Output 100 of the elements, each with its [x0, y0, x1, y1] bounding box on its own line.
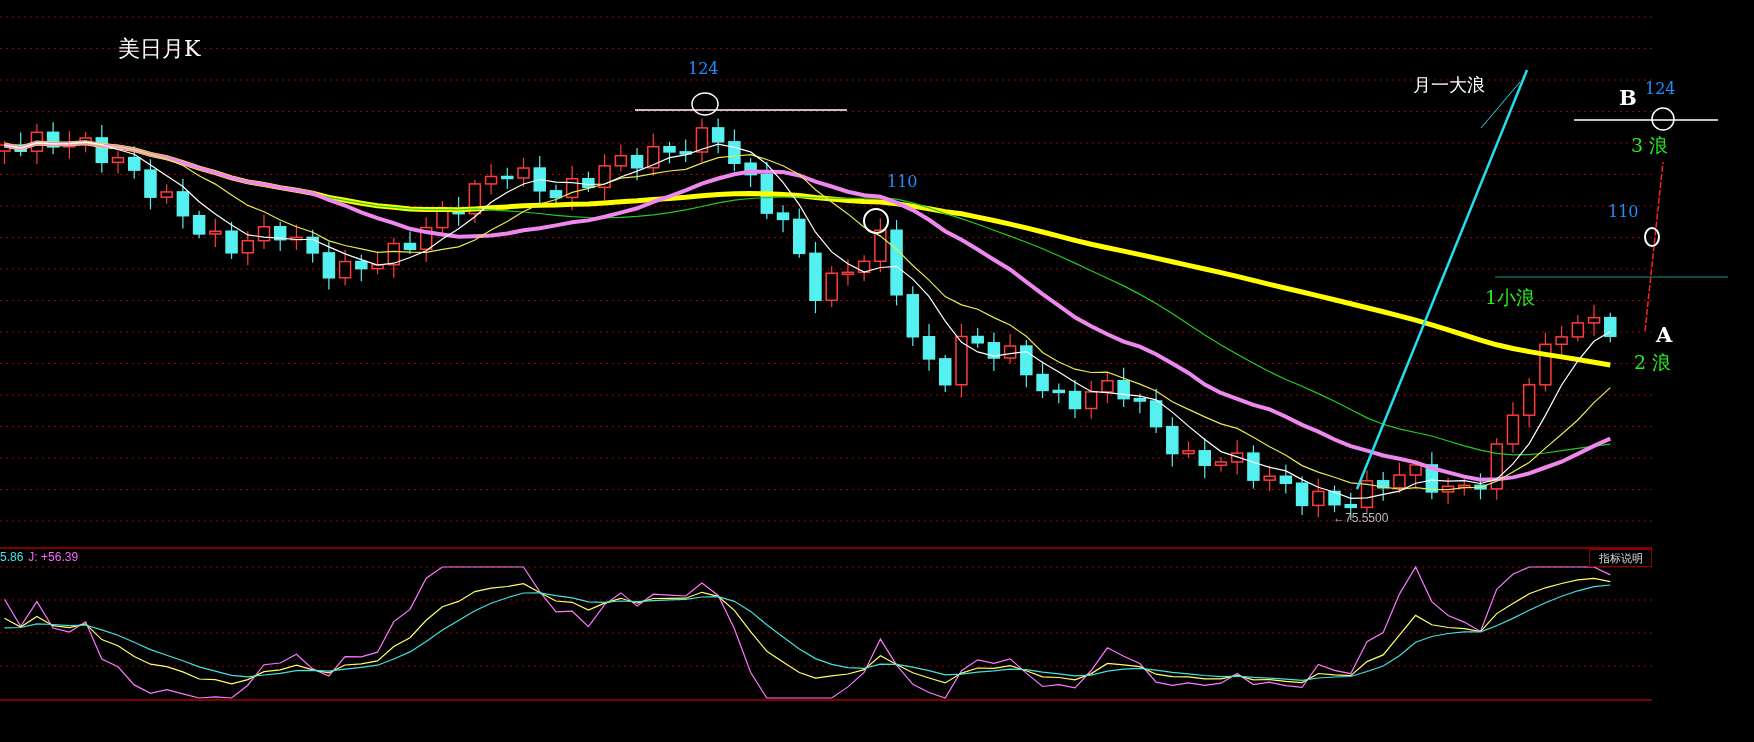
candlestick [95, 124, 109, 174]
indicator-help-button[interactable]: 指标说明 [1589, 549, 1652, 567]
candlestick [1539, 332, 1552, 392]
candlestick [1474, 472, 1487, 500]
candlestick [387, 237, 400, 279]
candlestick [257, 213, 271, 250]
candlestick [598, 153, 611, 201]
chart-title: 美日月K [118, 38, 201, 60]
candlestick [630, 147, 644, 181]
candlestick [1279, 464, 1293, 495]
low-price-label: ←75.5500 [1333, 512, 1389, 524]
candlestick [176, 178, 190, 230]
candlestick [679, 138, 692, 163]
candlestick [1393, 461, 1406, 494]
candlestick [760, 161, 774, 220]
candlestick [1587, 304, 1601, 337]
candlestick [436, 200, 449, 236]
candlestick [971, 327, 984, 349]
price-level-label: 110 [887, 174, 918, 190]
candlestick [1214, 456, 1228, 473]
candlestick [484, 163, 498, 196]
candlestick [306, 229, 319, 264]
price-level-label: 124 [688, 61, 719, 77]
candlestick [874, 217, 887, 273]
candlestick [322, 241, 336, 290]
candlestick [403, 230, 417, 255]
candlestick [1182, 440, 1195, 459]
candlestick [290, 223, 303, 251]
candlestick [1441, 477, 1455, 505]
candlestick [517, 157, 530, 188]
candlestick [1247, 444, 1260, 490]
candlestick [1036, 360, 1049, 399]
candlestick [1263, 464, 1276, 492]
price-level-label: 124 [1645, 81, 1676, 97]
indicator-value: J: +56.39 [28, 551, 79, 563]
candlestick [452, 196, 465, 227]
candlestick [46, 121, 60, 155]
candlestick [825, 265, 838, 308]
circle-marker [863, 208, 889, 234]
candlestick [1295, 475, 1309, 516]
candlestick [128, 145, 141, 180]
candlestick [1376, 471, 1390, 502]
candlestick [565, 165, 579, 211]
price-level-label: 110 [1608, 204, 1639, 220]
candlestick [1490, 437, 1503, 501]
candlestick [533, 155, 546, 204]
candlestick [841, 258, 855, 286]
candlestick [160, 183, 173, 205]
candlestick [338, 249, 352, 287]
candlestick [647, 133, 660, 177]
candlestick [695, 117, 709, 163]
candlestick [14, 131, 27, 157]
candlestick [987, 332, 1001, 372]
candlestick [793, 207, 806, 259]
candlestick [857, 254, 871, 282]
candlestick [1571, 314, 1585, 342]
candlestick [1003, 333, 1017, 364]
circle-marker [691, 92, 719, 116]
candlestick [728, 128, 741, 172]
circle-marker [1644, 227, 1660, 247]
candlestick [744, 157, 757, 188]
wave-label: 2 浪 [1634, 353, 1672, 372]
candlestick [549, 184, 563, 205]
candlestick [1101, 372, 1114, 404]
candlestick [241, 230, 255, 266]
candlestick [614, 144, 628, 173]
candlestick [582, 171, 595, 193]
candlestick [1522, 377, 1536, 428]
point-label: A [1656, 324, 1673, 345]
candlestick [273, 221, 287, 252]
candlestick [419, 216, 433, 263]
wave-label: 3 浪 [1631, 136, 1669, 155]
candlestick [1084, 380, 1098, 420]
candlestick [144, 158, 157, 210]
candlestick [1166, 416, 1179, 468]
candlestick [663, 141, 676, 164]
candlestick [1360, 470, 1374, 514]
candlestick [355, 254, 368, 282]
indicator-value: 5.86 [0, 551, 24, 563]
candlestick [468, 179, 482, 224]
candlestick [1117, 367, 1130, 408]
candlestick [1312, 477, 1325, 518]
candlestick [1425, 451, 1439, 500]
candlestick [1230, 439, 1244, 475]
candlestick [1604, 312, 1617, 343]
candlestick [1506, 401, 1520, 454]
candlestick [939, 354, 952, 393]
wave-label: 1小浪 [1485, 288, 1536, 307]
candlestick [1068, 379, 1082, 419]
candlestick [79, 131, 92, 153]
candlestick [192, 210, 206, 239]
candlestick [1198, 437, 1211, 479]
candlestick [209, 218, 222, 248]
circle-marker [1651, 107, 1675, 131]
candlestick [111, 150, 125, 174]
candlestick [501, 167, 514, 190]
candlestick [922, 323, 936, 372]
candlestick [63, 130, 76, 160]
candlestick [30, 123, 44, 165]
candlestick [1020, 339, 1033, 388]
